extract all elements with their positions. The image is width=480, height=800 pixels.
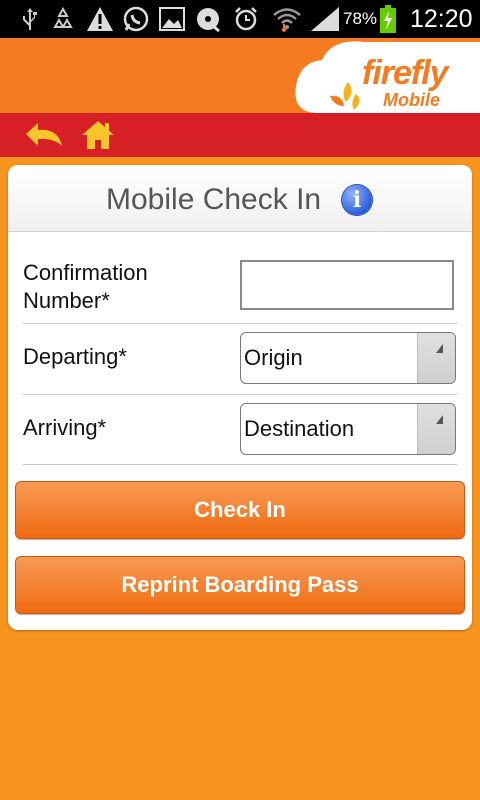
whatsapp-icon — [122, 6, 150, 32]
alarm-icon — [232, 6, 260, 32]
recycle-icon — [50, 6, 76, 32]
clock: 12:20 — [410, 5, 473, 33]
page-title: Mobile Check In — [106, 183, 322, 216]
nav-bar — [0, 113, 480, 157]
arriving-select[interactable]: Destination — [240, 403, 456, 455]
image-icon — [158, 6, 186, 32]
wifi-icon — [272, 6, 302, 32]
departing-label: Departing* — [23, 344, 127, 369]
check-in-card: Mobile Check In i Confirmation Number* D… — [8, 165, 472, 630]
departing-select[interactable]: Origin — [240, 332, 456, 384]
usb-icon — [20, 6, 40, 32]
disc-icon — [194, 6, 222, 32]
confirmation-number-input[interactable] — [240, 260, 454, 310]
back-arrow-icon — [26, 123, 62, 146]
app-header: firefly Mobile — [0, 38, 480, 113]
confirmation-label-line2: Number* — [23, 288, 110, 313]
back-button[interactable] — [22, 117, 66, 153]
divider — [23, 323, 457, 324]
divider — [23, 394, 457, 395]
signal-icon — [310, 6, 340, 32]
check-in-button[interactable]: Check In — [15, 481, 465, 539]
arriving-label: Arriving* — [23, 415, 107, 440]
home-icon — [82, 121, 114, 149]
dropdown-arrow-icon — [417, 333, 455, 383]
divider — [23, 464, 457, 465]
departing-value: Origin — [244, 345, 303, 370]
warning-icon — [86, 6, 114, 32]
dropdown-arrow-icon — [417, 404, 455, 454]
arriving-value: Destination — [244, 416, 355, 441]
logo-subtitle: Mobile — [383, 90, 440, 110]
confirmation-label-line1: Confirmation — [23, 260, 148, 285]
logo-wordmark: firefly — [362, 54, 449, 92]
info-icon[interactable]: i — [342, 185, 372, 215]
card-header: Mobile Check In i — [8, 165, 472, 232]
status-bar: 78% 12:20 — [0, 0, 480, 38]
reprint-boarding-pass-button[interactable]: Reprint Boarding Pass — [15, 556, 465, 614]
battery-percent: 78% — [343, 9, 378, 28]
battery-charging-icon — [380, 5, 396, 33]
home-button[interactable] — [76, 117, 120, 153]
